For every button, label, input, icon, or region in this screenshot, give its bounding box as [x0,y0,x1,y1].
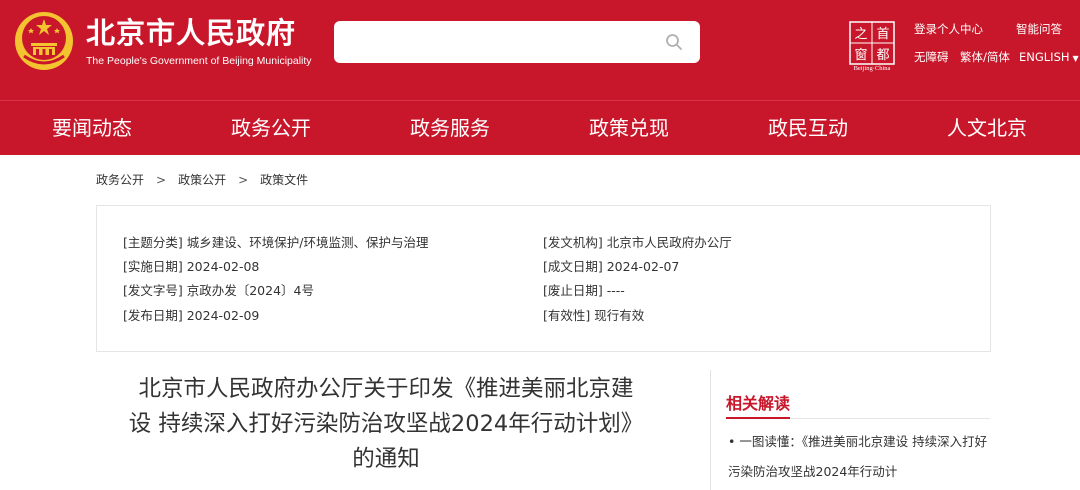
nav-item-culture-beijing[interactable]: 人文北京 [947,115,1027,141]
related-heading: 相关解读 [726,394,791,413]
nav-item-gov-affairs-public[interactable]: 政务公开 [231,115,311,141]
breadcrumb-separator: > [238,173,249,187]
doc-written-date: [成文日期] 2024-02-07 [543,259,680,274]
search-input[interactable] [334,21,700,63]
capital-logo-caption: Beijing·China [853,65,891,72]
accessibility-link[interactable]: 无障碍 [914,50,949,64]
language-selector[interactable]: ENGLISH ▼ [1019,50,1079,66]
breadcrumb-separator: > [156,173,167,187]
doc-validity: [有效性] 现行有效 [543,308,645,323]
doc-publish-date: [发布日期] 2024-02-09 [123,308,260,323]
capital-logo-char: 窗 [854,47,867,63]
nav-item-news[interactable]: 要闻动态 [52,115,132,141]
breadcrumb: 政务公开 > 政策公开 > 政策文件 [96,172,308,188]
doc-issuer: [发文机构] 北京市人民政府办公厅 [543,235,732,250]
header: 北京市人民政府 The People's Government of Beiji… [0,0,1080,100]
smart-qa-link[interactable]: 智能问答 [1016,22,1062,36]
capital-logo-char: 首 [876,27,889,42]
doc-number: [发文字号] 京政办发〔2024〕4号 [123,283,314,298]
site-title[interactable]: 北京市人民政府 [86,16,296,50]
breadcrumb-item[interactable]: 政策公开 [178,173,226,187]
language-label: ENGLISH [1019,50,1070,64]
document-info-box: [主题分类] 城乡建设、环境保护/环境监测、保护与治理 [发文机构] 北京市人民… [96,205,991,352]
breadcrumb-item[interactable]: 政务公开 [96,173,144,187]
column-divider [710,370,711,490]
nav-item-policy-fulfillment[interactable]: 政策兑现 [589,115,669,141]
related-heading-accent [726,417,790,419]
doc-effective-date: [实施日期] 2024-02-08 [123,259,260,274]
site-subtitle: The People's Government of Beijing Munic… [86,55,312,67]
article-title-line: 的通知 [352,446,420,472]
capital-logo-char: 都 [876,48,889,63]
national-emblem-icon [15,12,73,70]
doc-abolish-date: [废止日期] ---- [543,283,625,298]
nav-item-gov-services[interactable]: 政务服务 [410,115,490,141]
capital-logo-char: 之 [854,27,867,42]
breadcrumb-item[interactable]: 政策文件 [260,173,308,187]
caret-down-icon: ▼ [1072,54,1079,63]
nav-item-public-interaction[interactable]: 政民互动 [768,115,848,141]
doc-topic: [主题分类] 城乡建设、环境保护/环境监测、保护与治理 [123,235,429,250]
traditional-simplified-toggle[interactable]: 繁体/简体 [960,50,1010,64]
article-title-line: 设 持续深入打好污染防治攻坚战2024年行动计划》 [128,411,644,437]
article-title: 北京市人民政府办公厅关于印发《推进美丽北京建 设 持续深入打好污染防治攻坚战20… [96,372,676,477]
main-nav: 要闻动态 政务公开 政务服务 政策兑现 政民互动 人文北京 [0,100,1080,155]
login-link[interactable]: 登录个人中心 [914,22,983,36]
search-icon[interactable] [662,30,686,54]
article-title-line: 北京市人民政府办公厅关于印发《推进美丽北京建 [138,376,634,402]
related-item-link[interactable]: • 一图读懂：《推进美丽北京建设 持续深入打好污染防治攻坚战2024年行动计 [728,427,998,487]
